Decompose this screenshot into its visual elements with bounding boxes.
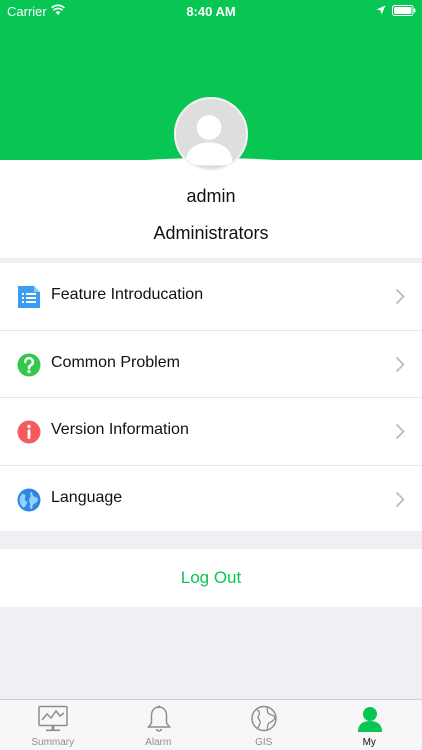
status-time: 8:40 AM [186,4,236,19]
tab-label: Summary [31,737,75,748]
avatar[interactable] [174,97,248,171]
logout-section: Log Out [0,549,422,607]
chart-monitor-icon [38,705,68,732]
menu-item-label: Language [51,488,123,506]
logout-button[interactable]: Log Out [0,549,422,607]
tab-gis[interactable]: GIS [211,700,317,750]
document-list-icon [18,286,40,308]
globe-icon [17,488,41,511]
tab-summary[interactable]: Summary [0,700,106,750]
info-icon [17,420,41,444]
tab-bar: Summary Alarm GIS My [0,699,422,750]
tab-alarm[interactable]: Alarm [106,700,212,750]
chevron-right-icon [395,491,405,507]
settings-menu: Feature Introducation Common Problem Ver… [0,263,422,531]
tab-label: GIS [255,737,273,748]
question-icon [17,353,41,376]
person-icon [357,707,382,732]
menu-item-label: Common Problem [51,353,180,371]
location-arrow-icon [376,5,386,15]
chevron-right-icon [395,288,405,305]
battery-icon [392,5,416,16]
status-bar: Carrier 8:40 AM [0,0,422,24]
menu-item-common-problem[interactable]: Common Problem [0,331,422,398]
tab-my[interactable]: My [317,700,422,750]
tab-label: My [362,737,376,748]
globe-icon [251,705,277,732]
bell-icon [146,705,171,732]
chevron-right-icon [395,356,405,372]
person-silhouette-icon [185,115,233,166]
username: admin [186,186,236,206]
user-role: Administrators [153,223,269,243]
menu-item-language[interactable]: Language [0,466,422,534]
menu-item-label: Feature Introducation [51,286,204,303]
menu-item-version-information[interactable]: Version Information [0,398,422,466]
chevron-right-icon [395,423,405,440]
menu-item-feature-introduction[interactable]: Feature Introducation [0,263,422,331]
menu-item-label: Version Information [51,421,189,438]
tab-label: Alarm [145,737,172,748]
